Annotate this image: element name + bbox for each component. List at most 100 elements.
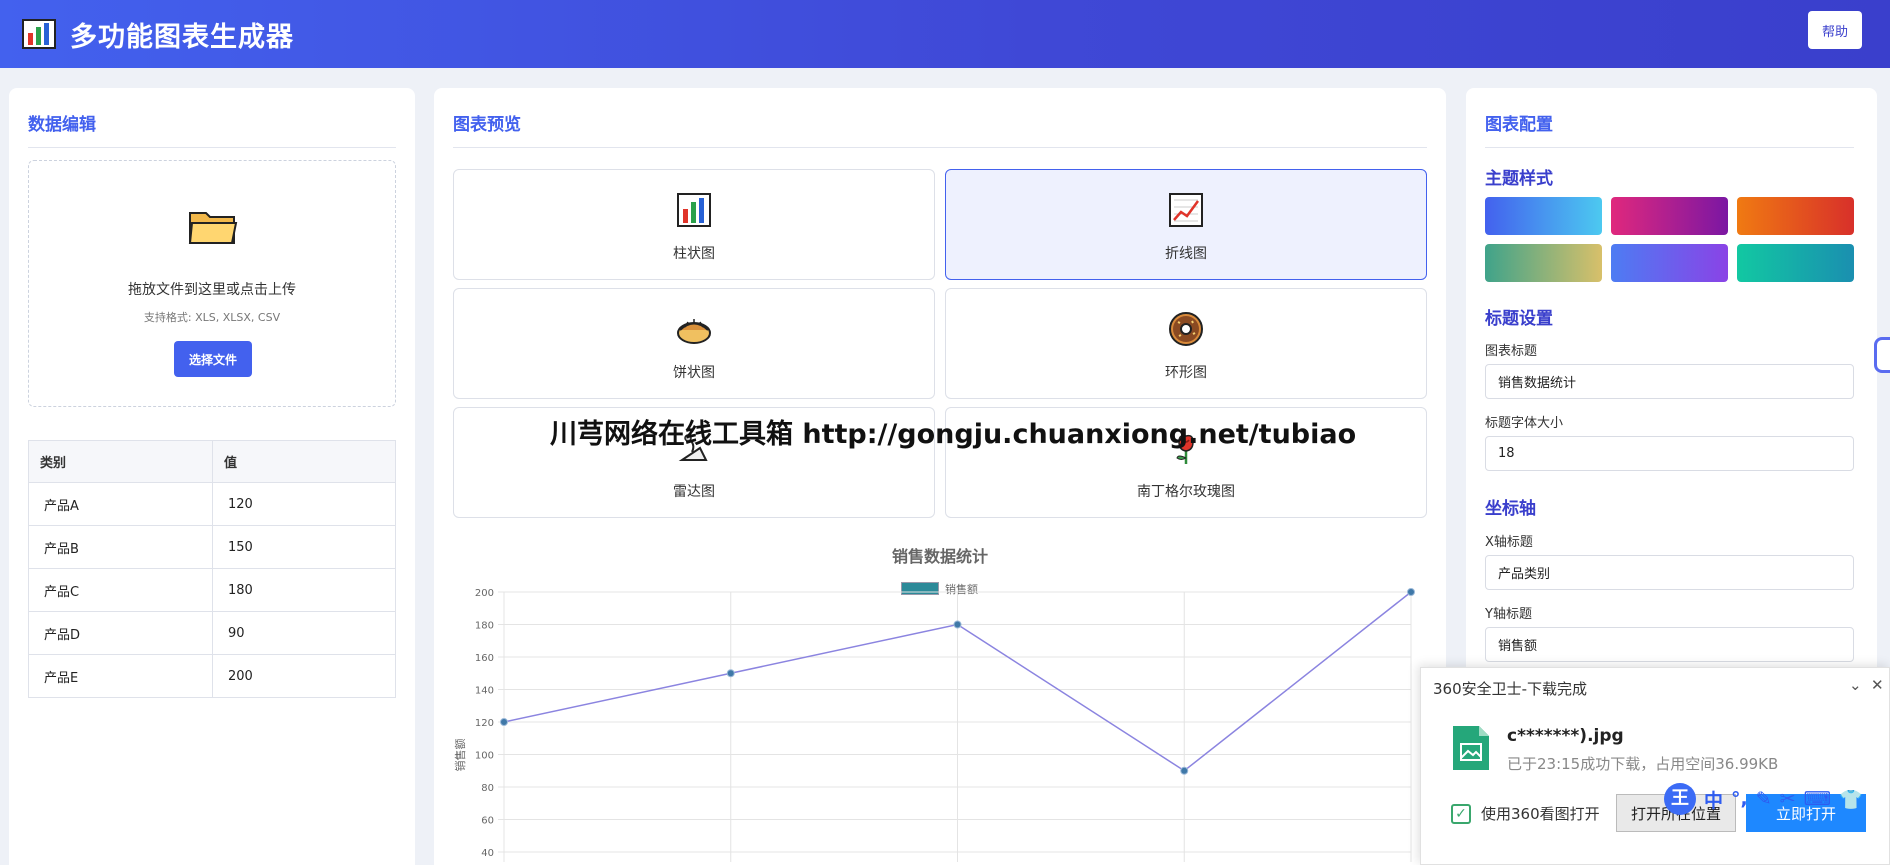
- value-cell[interactable]: 120: [212, 482, 396, 526]
- supported-formats: 支持格式: XLS, XLSX, CSV: [143, 311, 281, 324]
- popup-title: 360安全卫士-下载完成: [1433, 680, 1588, 698]
- line-chart-icon: [1169, 193, 1203, 227]
- y-tick-label: 40: [481, 848, 494, 859]
- app-title: 多功能图表生成器: [70, 21, 294, 53]
- watermark-text: 川芎网络在线工具箱 http://gongju.chuanxiong.net/t…: [550, 419, 1357, 450]
- y-axis-title-label: Y轴标题: [1485, 607, 1532, 622]
- y-tick-label: 160: [475, 653, 494, 664]
- ime-keyboard-icon[interactable]: ⌨: [1804, 788, 1831, 810]
- theme-swatch-1[interactable]: [1485, 197, 1602, 235]
- ime-skin-icon[interactable]: 👕: [1839, 788, 1863, 811]
- data-point[interactable]: [953, 620, 962, 629]
- data-point[interactable]: [726, 669, 735, 678]
- column-header-value: 值: [212, 440, 396, 483]
- image-file-icon: [1453, 726, 1489, 770]
- table-row: 产品A 120: [28, 482, 396, 526]
- ime-scissors-icon[interactable]: ✂: [1780, 788, 1796, 810]
- table-row: 产品B 150: [28, 525, 396, 569]
- category-cell[interactable]: 产品D: [28, 611, 213, 655]
- chart-type-label: 雷达图: [673, 484, 715, 500]
- dropzone-text: 拖放文件到这里或点击上传: [128, 282, 296, 298]
- chart-type-line[interactable]: 折线图: [945, 169, 1427, 280]
- file-info: 已于23:15成功下载，占用空间36.99KB: [1507, 755, 1779, 773]
- y-axis-title-input[interactable]: [1485, 627, 1854, 662]
- y-tick-label: 120: [475, 718, 494, 729]
- folder-icon: [188, 212, 238, 244]
- theme-section-title: 主题样式: [1485, 169, 1553, 189]
- data-table: 类别 值 产品A 120 产品B 150 产品C 180 产品D 90 产品E: [28, 440, 396, 698]
- file-dropzone[interactable]: 拖放文件到这里或点击上传 支持格式: XLS, XLSX, CSV 选择文件: [28, 160, 396, 407]
- x-axis-title-input[interactable]: [1485, 555, 1854, 590]
- font-size-label: 标题字体大小: [1485, 416, 1564, 431]
- y-tick-label: 140: [475, 686, 494, 697]
- chart-title: 销售数据统计: [891, 547, 988, 566]
- chart-type-label: 环形图: [1165, 365, 1207, 381]
- value-cell[interactable]: 200: [212, 654, 396, 698]
- theme-swatch-2[interactable]: [1611, 197, 1728, 235]
- open-with-360-label: 使用360看图打开: [1481, 805, 1600, 823]
- y-axis-label: 销售额: [453, 739, 467, 772]
- close-icon[interactable]: ✕: [1871, 676, 1884, 694]
- table-row: 产品C 180: [28, 568, 396, 612]
- theme-swatch-4[interactable]: [1485, 244, 1602, 282]
- table-header-row: 类别 值: [28, 440, 396, 483]
- font-size-input[interactable]: [1485, 436, 1854, 471]
- theme-swatch-5[interactable]: [1611, 244, 1728, 282]
- axis-section-title: 坐标轴: [1485, 499, 1536, 519]
- value-cell[interactable]: 150: [212, 525, 396, 569]
- data-point[interactable]: [1407, 588, 1415, 596]
- download-complete-popup: 360安全卫士-下载完成 ⌄ ✕ c*******).jpg 已于23:15成功…: [1420, 667, 1890, 865]
- data-edit-panel: 数据编辑 拖放文件到这里或点击上传 支持格式: XLS, XLSX, CSV 选…: [9, 88, 415, 865]
- theme-swatch-6[interactable]: [1737, 244, 1854, 282]
- chart-title-label: 图表标题: [1485, 344, 1538, 359]
- chart-config-heading: 图表配置: [1485, 110, 1854, 148]
- y-tick-label: 100: [475, 751, 494, 762]
- choose-file-button[interactable]: 选择文件: [174, 341, 252, 377]
- y-tick-label: 60: [481, 816, 494, 827]
- bar-chart-icon: [677, 193, 711, 227]
- y-tick-label: 200: [475, 588, 494, 599]
- ime-toolbar: 王 中 °, ✎ ✂ ⌨ 👕: [1664, 782, 1890, 816]
- pie-icon: [677, 319, 711, 344]
- chart-type-label: 折线图: [1165, 246, 1207, 262]
- chart-type-donut[interactable]: 环形图: [945, 288, 1427, 399]
- chart-type-label: 柱状图: [673, 246, 715, 262]
- chart-type-label: 饼状图: [673, 365, 715, 381]
- table-row: 产品D 90: [28, 611, 396, 655]
- open-with-360-checkbox[interactable]: ✓: [1451, 804, 1471, 824]
- file-name: c*******).jpg: [1507, 726, 1624, 746]
- y-tick-label: 180: [475, 621, 494, 632]
- ime-logo-icon[interactable]: 王: [1664, 783, 1696, 815]
- chart-title-input[interactable]: [1485, 364, 1854, 399]
- ime-chinese-mode-icon[interactable]: 中: [1704, 786, 1723, 813]
- value-cell[interactable]: 90: [212, 611, 396, 655]
- line-chart: 200 180 160 140 120 100 80 60 40 销售额: [453, 588, 1415, 862]
- data-point[interactable]: [1180, 766, 1189, 775]
- table-row: 产品E 200: [28, 654, 396, 698]
- category-cell[interactable]: 产品A: [28, 482, 213, 526]
- bar-chart-icon: [22, 19, 56, 49]
- ime-pen-icon[interactable]: ✎: [1756, 788, 1772, 810]
- donut-icon: [1169, 312, 1203, 346]
- category-cell[interactable]: 产品E: [28, 654, 213, 698]
- chart-type-label: 南丁格尔玫瑰图: [1137, 484, 1235, 500]
- side-float-handle[interactable]: [1874, 337, 1890, 373]
- y-tick-label: 80: [481, 783, 494, 794]
- value-cell[interactable]: 180: [212, 568, 396, 612]
- data-edit-heading: 数据编辑: [28, 110, 396, 148]
- data-point[interactable]: [500, 718, 508, 726]
- top-bar: 多功能图表生成器 帮助: [0, 0, 1890, 68]
- collapse-icon[interactable]: ⌄: [1849, 676, 1862, 694]
- chart-type-pie[interactable]: 饼状图: [453, 288, 935, 399]
- theme-swatch-3[interactable]: [1737, 197, 1854, 235]
- category-cell[interactable]: 产品C: [28, 568, 213, 612]
- title-section-title: 标题设置: [1485, 309, 1553, 329]
- column-header-category: 类别: [28, 440, 213, 483]
- x-axis-title-label: X轴标题: [1485, 535, 1533, 550]
- help-button[interactable]: 帮助: [1808, 11, 1862, 49]
- category-cell[interactable]: 产品B: [28, 525, 213, 569]
- chart-preview-panel: 图表预览 柱状图 折线图 饼状图 环形图 雷达图 南丁格尔玫瑰图 川芎网络在线工…: [434, 88, 1446, 865]
- chart-type-bar[interactable]: 柱状图: [453, 169, 935, 280]
- chart-preview-heading: 图表预览: [453, 110, 1427, 148]
- ime-punctuation-icon[interactable]: °,: [1731, 788, 1748, 810]
